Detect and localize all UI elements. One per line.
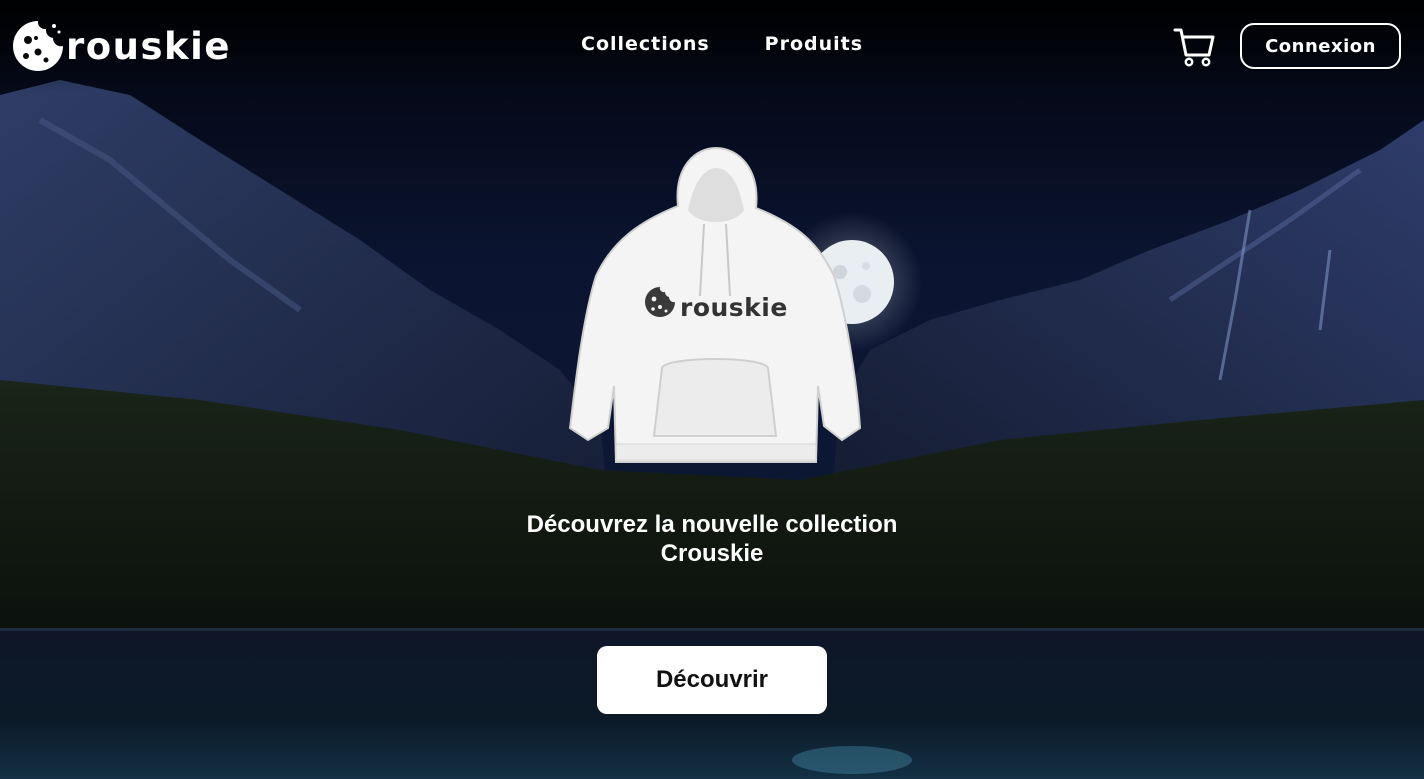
cookie-icon (13, 21, 63, 71)
hoodie-print-text: rouskie (680, 293, 788, 322)
login-button[interactable]: Connexion (1240, 23, 1401, 69)
nav-link-collections[interactable]: Collections (581, 33, 710, 55)
top-navigation-bar: rouskie Collections Produits Connexion (0, 0, 1424, 92)
main-menu: Collections Produits (581, 33, 863, 55)
headline-line-1: Découvrez la nouvelle collection (526, 511, 898, 538)
hero-headline: Découvrez la nouvelle collection Crouski… (412, 510, 1012, 568)
brand-name: rouskie (66, 24, 231, 68)
crouskie-logo[interactable]: rouskie (10, 18, 231, 74)
discover-button[interactable]: Découvrir (597, 646, 827, 714)
nav-link-produits[interactable]: Produits (765, 33, 863, 55)
headline-line-2: Crouskie (660, 540, 764, 567)
shopping-cart-icon[interactable] (1173, 25, 1217, 69)
